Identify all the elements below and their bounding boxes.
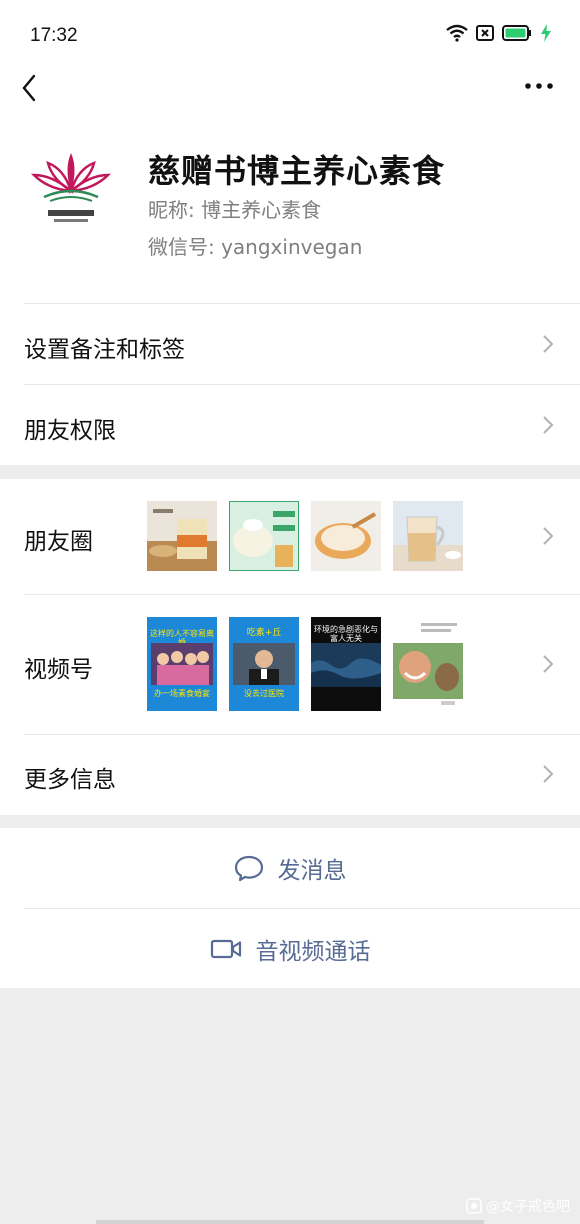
chevron-right-icon bbox=[543, 527, 554, 545]
profile-name: 慈赠书博主养心素食 bbox=[148, 152, 446, 190]
channels-label: 视频号 bbox=[24, 657, 93, 683]
channel-thumbnail bbox=[393, 617, 463, 711]
video-call-button[interactable]: 音视频通话 bbox=[0, 909, 580, 989]
watermark-text: @女子戒色吧 bbox=[486, 1199, 570, 1215]
chevron-right-icon bbox=[543, 416, 554, 434]
battery-icon bbox=[502, 25, 531, 41]
profile-wechat-id: 微信号: yangxinvegan bbox=[148, 235, 363, 259]
channel-thumbnail-caption: 没去过医院 bbox=[244, 689, 284, 698]
moments-row[interactable]: 朋友圈 bbox=[0, 479, 580, 594]
channel-thumbnail: 这样的人不容易离婚 办一场素食婚宴 bbox=[147, 617, 217, 711]
back-button[interactable] bbox=[18, 72, 44, 104]
charging-icon bbox=[541, 24, 551, 42]
more-dots-icon bbox=[525, 83, 553, 89]
video-camera-icon bbox=[210, 939, 241, 959]
chevron-right-icon bbox=[543, 765, 554, 783]
more-info-label: 更多信息 bbox=[24, 767, 116, 793]
lotus-logo-icon bbox=[28, 145, 114, 231]
status-icons bbox=[446, 24, 552, 42]
chevron-right-icon bbox=[543, 655, 554, 673]
profile-nickname: 昵称: 博主养心素食 bbox=[148, 198, 322, 222]
chevron-left-icon bbox=[22, 74, 36, 102]
send-message-button[interactable]: 发消息 bbox=[0, 828, 580, 908]
friend-permissions-label: 朋友权限 bbox=[24, 418, 116, 444]
gesture-bar bbox=[96, 1220, 484, 1224]
channel-thumbnail-caption: 办一场素食婚宴 bbox=[154, 689, 210, 698]
moments-thumbnail bbox=[393, 501, 463, 571]
profile-section: 17:32 慈赠书博主养心素食 昵称: 博主养心素食 微信号: yangxinv… bbox=[0, 0, 580, 465]
watermark-logo-icon bbox=[466, 1198, 482, 1214]
channel-thumbnail: 吃素+丘 没去过医院 bbox=[229, 617, 299, 711]
moments-thumbnail bbox=[229, 501, 299, 571]
sim-card-icon bbox=[476, 25, 494, 41]
status-time: 17:32 bbox=[30, 25, 78, 46]
channel-thumbnail-caption: 吃素+丘 bbox=[246, 628, 282, 638]
moments-thumbnails bbox=[147, 501, 463, 571]
more-options-button[interactable] bbox=[524, 76, 554, 96]
remark-tags-label: 设置备注和标签 bbox=[24, 337, 185, 363]
channel-thumbnail-caption: 环境的急剧恶化与富人无关 bbox=[314, 625, 378, 643]
action-section: 发消息 音视频通话 bbox=[0, 828, 580, 988]
moments-thumbnail bbox=[311, 501, 381, 571]
moments-label: 朋友圈 bbox=[24, 529, 93, 555]
channels-thumbnails: 这样的人不容易离婚 办一场素食婚宴 吃素+丘 没去过医院 环境的急剧恶化与富人无… bbox=[147, 617, 463, 711]
channel-thumbnail: 环境的急剧恶化与富人无关 bbox=[311, 617, 381, 711]
remark-tags-row[interactable]: 设置备注和标签 bbox=[0, 304, 580, 384]
moments-thumbnail bbox=[147, 501, 217, 571]
send-message-label: 发消息 bbox=[277, 858, 347, 884]
avatar[interactable] bbox=[28, 145, 114, 231]
info-section: 朋友圈 视频号 这样的人不容易离婚 办一场素食婚宴 吃素+丘 没去过医院 环境的… bbox=[0, 479, 580, 815]
chevron-right-icon bbox=[543, 335, 554, 353]
chat-bubble-icon bbox=[234, 855, 263, 882]
wifi-icon bbox=[446, 24, 468, 42]
watermark: @女子戒色吧 bbox=[466, 1196, 570, 1216]
more-info-row[interactable]: 更多信息 bbox=[0, 735, 580, 815]
video-call-label: 音视频通话 bbox=[255, 939, 371, 965]
friend-permissions-row[interactable]: 朋友权限 bbox=[0, 385, 580, 465]
channels-row[interactable]: 视频号 这样的人不容易离婚 办一场素食婚宴 吃素+丘 没去过医院 环境的急剧恶化… bbox=[0, 595, 580, 734]
